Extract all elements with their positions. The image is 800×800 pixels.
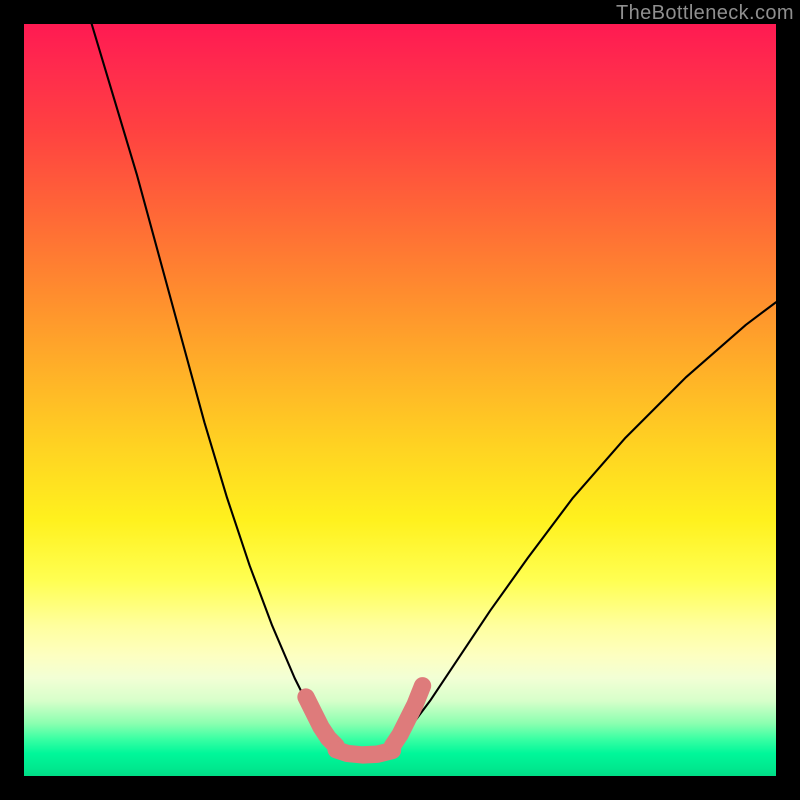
series-highlight-valley-floor [336,750,392,755]
series-highlight-right-ascent [392,686,422,746]
chart-frame: TheBottleneck.com [0,0,800,800]
series-highlight-left-descent [306,697,336,746]
series-bottleneck-left [92,24,340,746]
curve-layer [24,24,776,776]
watermark-text: TheBottleneck.com [616,2,794,25]
series-bottleneck-right [392,302,776,746]
